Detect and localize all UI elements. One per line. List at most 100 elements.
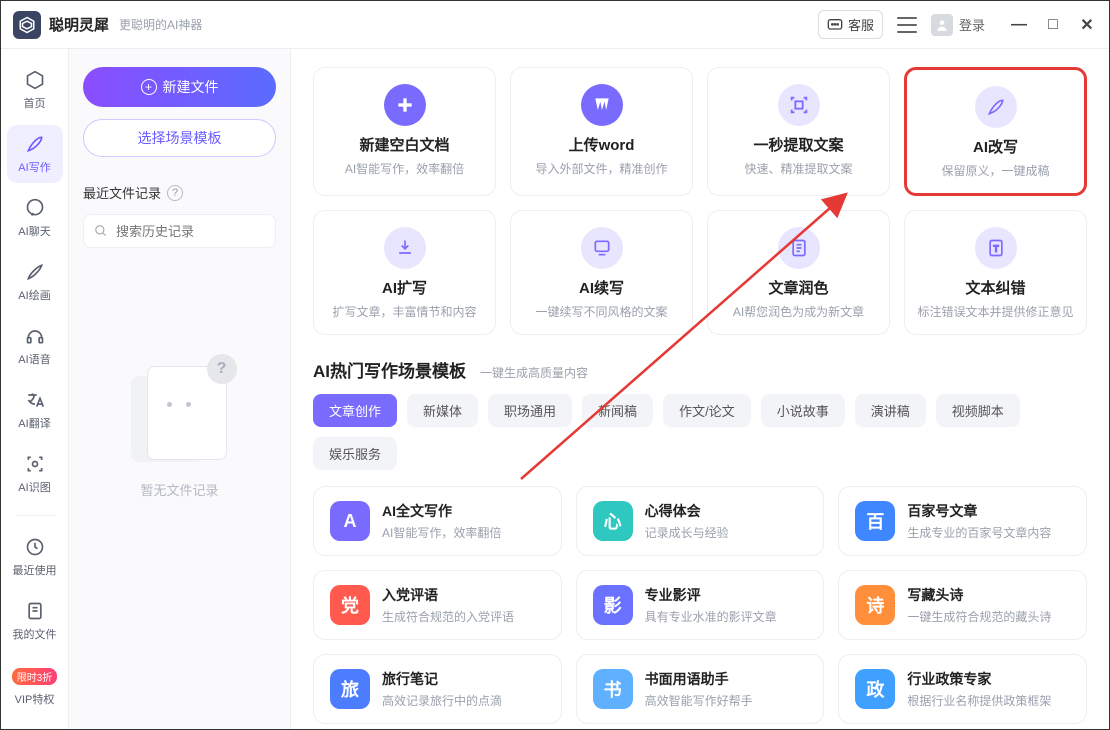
tool-icon <box>384 84 426 126</box>
tab[interactable]: 新媒体 <box>407 394 478 427</box>
sidebar-item-label: 最近使用 <box>13 562 57 578</box>
sidebar-item-ai-chat[interactable]: AI聊天 <box>7 189 63 247</box>
tool-icon <box>581 84 623 126</box>
template-desc: 生成符合规范的入党评语 <box>382 608 514 625</box>
tool-desc: 标注错误文本并提供修正意见 <box>917 303 1073 320</box>
empty-state: ? 暂无文件记录 <box>83 358 276 499</box>
template-title: 写藏头诗 <box>907 585 1051 605</box>
tool-card[interactable]: 上传word 导入外部文件，精准创作 <box>510 67 693 196</box>
plus-icon: + <box>141 79 157 95</box>
minimize-button[interactable]: — <box>1009 15 1029 35</box>
close-button[interactable]: ✕ <box>1077 15 1097 35</box>
tool-desc: 扩写文章，丰富情节和内容 <box>332 303 476 320</box>
template-icon: 书 <box>593 669 633 709</box>
sidebar-item-ai-voice[interactable]: AI语音 <box>7 317 63 375</box>
recent-heading: 最近文件记录 ? <box>83 183 276 202</box>
app-logo-icon <box>13 11 41 39</box>
template-card[interactable]: A AI全文写作 AI智能写作，效率翻倍 <box>313 486 562 556</box>
template-desc: 高效记录旅行中的点滴 <box>382 692 502 709</box>
tab[interactable]: 演讲稿 <box>855 394 926 427</box>
tool-title: 上传word <box>569 134 635 155</box>
tab[interactable]: 作文/论文 <box>663 394 751 427</box>
search-icon <box>94 223 108 239</box>
tool-icon <box>778 227 820 269</box>
brush-icon <box>24 261 46 283</box>
template-desc: AI智能写作，效率翻倍 <box>382 524 501 541</box>
tool-icon <box>778 84 820 126</box>
empty-illustration: ? <box>125 358 235 468</box>
login-button[interactable]: 登录 <box>931 14 985 36</box>
tab[interactable]: 小说故事 <box>761 394 845 427</box>
tool-desc: 保留原义，一键成稿 <box>941 162 1049 179</box>
template-desc: 高效智能写作好帮手 <box>645 692 753 709</box>
sidebar-item-ai-paint[interactable]: AI绘画 <box>7 253 63 311</box>
tool-card[interactable]: AI扩写 扩写文章，丰富情节和内容 <box>313 210 496 335</box>
sidebar-item-myfiles[interactable]: 我的文件 <box>7 592 63 650</box>
sidebar-item-label: AI语音 <box>18 351 50 367</box>
tool-card[interactable]: 新建空白文档 AI智能写作，效率翻倍 <box>313 67 496 196</box>
app-subtitle: 更聪明的AI神器 <box>119 16 202 33</box>
template-title: 旅行笔记 <box>382 669 502 689</box>
section-title: AI热门写作场景模板 <box>313 357 466 382</box>
search-box[interactable] <box>83 214 276 248</box>
tool-desc: 一键续写不同风格的文案 <box>535 303 667 320</box>
sidebar-item-label: AI识图 <box>18 479 50 495</box>
sidebar-item-label: VIP特权 <box>15 691 55 707</box>
tool-title: 文章润色 <box>768 277 828 298</box>
sidebar-item-label: AI写作 <box>18 159 50 175</box>
tool-title: 新建空白文档 <box>359 134 449 155</box>
tool-card[interactable]: 一秒提取文案 快速、精准提取文案 <box>707 67 890 196</box>
choose-template-button[interactable]: 选择场景模板 <box>83 119 276 157</box>
support-button[interactable]: 客服 <box>818 10 883 39</box>
tool-desc: 快速、精准提取文案 <box>744 160 852 177</box>
template-card[interactable]: 心 心得体会 记录成长与经验 <box>576 486 825 556</box>
template-desc: 根据行业名称提供政策框架 <box>907 692 1051 709</box>
tool-title: 一秒提取文案 <box>753 134 843 155</box>
tab[interactable]: 文章创作 <box>313 394 397 427</box>
menu-icon[interactable] <box>897 17 917 33</box>
sidebar-item-ai-translate[interactable]: AI翻译 <box>7 381 63 439</box>
feather-icon <box>24 133 46 155</box>
section-subtitle: 一键生成高质量内容 <box>480 364 588 381</box>
template-card[interactable]: 书 书面用语助手 高效智能写作好帮手 <box>576 654 825 724</box>
help-icon[interactable]: ? <box>167 185 183 201</box>
tab[interactable]: 视频脚本 <box>936 394 1020 427</box>
template-title: 心得体会 <box>645 501 729 521</box>
tool-card[interactable]: AI续写 一键续写不同风格的文案 <box>510 210 693 335</box>
template-icon: A <box>330 501 370 541</box>
new-file-button[interactable]: + 新建文件 <box>83 67 276 107</box>
search-input[interactable] <box>116 224 265 239</box>
headphone-icon <box>24 325 46 347</box>
tab[interactable]: 新闻稿 <box>582 394 653 427</box>
template-card[interactable]: 党 入党评语 生成符合规范的入党评语 <box>313 570 562 640</box>
template-title: 专业影评 <box>645 585 777 605</box>
chat-icon <box>24 197 46 219</box>
sidebar-item-recent[interactable]: 最近使用 <box>7 528 63 586</box>
template-title: AI全文写作 <box>382 501 501 521</box>
sidebar-item-vip[interactable]: 限时3折 VIP特权 <box>7 660 63 715</box>
template-icon: 百 <box>855 501 895 541</box>
tool-card[interactable]: T 文本纠错 标注错误文本并提供修正意见 <box>904 210 1087 335</box>
tool-icon <box>975 86 1017 128</box>
template-desc: 生成专业的百家号文章内容 <box>907 524 1051 541</box>
tool-title: AI扩写 <box>382 277 427 298</box>
tab[interactable]: 职场通用 <box>488 394 572 427</box>
sidebar-item-ai-writing[interactable]: AI写作 <box>7 125 63 183</box>
template-card[interactable]: 政 行业政策专家 根据行业名称提供政策框架 <box>838 654 1087 724</box>
template-card[interactable]: 诗 写藏头诗 一键生成符合规范的藏头诗 <box>838 570 1087 640</box>
template-icon: 诗 <box>855 585 895 625</box>
template-card[interactable]: 影 专业影评 具有专业水准的影评文章 <box>576 570 825 640</box>
tool-title: 文本纠错 <box>965 277 1025 298</box>
divider <box>15 515 55 516</box>
tool-card[interactable]: AI改写 保留原义，一键成稿 <box>904 67 1087 196</box>
tab[interactable]: 娱乐服务 <box>313 437 397 470</box>
template-card[interactable]: 旅 旅行笔记 高效记录旅行中的点滴 <box>313 654 562 724</box>
maximize-button[interactable]: □ <box>1043 15 1063 35</box>
sidebar-item-ai-image[interactable]: AI识图 <box>7 445 63 503</box>
tool-card[interactable]: 文章润色 AI帮您润色为成为新文章 <box>707 210 890 335</box>
sidebar-item-home[interactable]: 首页 <box>7 61 63 119</box>
tool-icon <box>581 227 623 269</box>
template-title: 入党评语 <box>382 585 514 605</box>
tool-desc: AI帮您润色为成为新文章 <box>733 303 864 320</box>
template-card[interactable]: 百 百家号文章 生成专业的百家号文章内容 <box>838 486 1087 556</box>
